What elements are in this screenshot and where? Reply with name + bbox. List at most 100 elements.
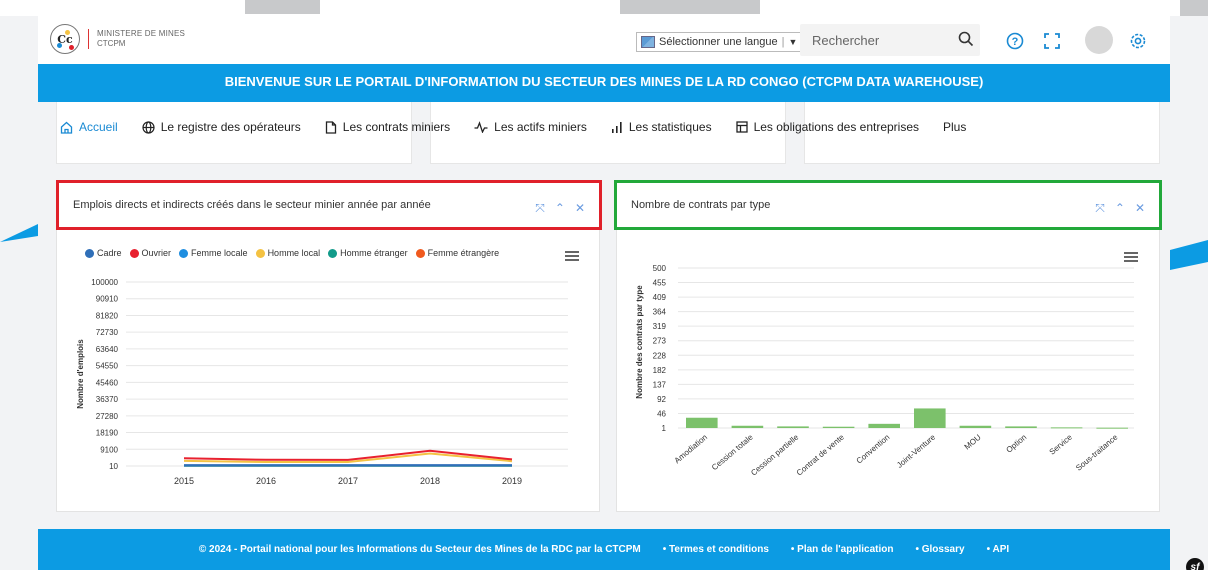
panel-title: Nombre de contrats par type [631,199,771,211]
y-tick-label: 18190 [96,429,119,438]
bar-9 [1096,427,1128,429]
contracts-chart-header: Nombre de contrats par type ⤧ ⌃ ✕ [614,180,1162,230]
footer-copyright: © 2024 - Portail national pour les Infor… [198,544,641,555]
legend-label: Ouvrier [141,248,172,258]
x-tick-label: Sous-traitance [1074,432,1120,472]
x-tick-label: Cession totale [710,432,755,472]
x-tick-label: 2018 [420,476,440,486]
nav-item-plus[interactable]: Plus [943,120,966,134]
nav-item-registre[interactable]: Le registre des opérateurs [142,120,301,134]
ctcpm-logo[interactable]: Cc [50,24,80,54]
close-icon[interactable]: ✕ [575,201,585,216]
nav-item-contrats[interactable]: Les contrats miniers [325,120,450,134]
bar-3 [822,426,855,428]
y-tick-label: 409 [653,293,667,302]
legend-item-ouvrier[interactable]: Ouvrier [129,248,172,258]
y-tick-label: 500 [653,264,667,273]
x-tick-label: 2019 [502,476,522,486]
nav-item-label: Les actifs miniers [494,120,587,134]
y-tick-label: 455 [653,279,667,288]
y-tick-label: 72730 [96,328,119,337]
legend-item-femme-locale[interactable]: Femme locale [179,248,248,258]
image-icon [641,36,655,48]
nav-item-accueil[interactable]: Accueil [60,120,118,134]
x-tick-label: MOU [963,432,983,451]
language-select[interactable]: Sélectionner une langue | ▼ [636,32,803,52]
bar-stats-icon [611,122,622,133]
language-select-label: Sélectionner une langue [659,36,778,48]
y-tick-label: 228 [653,351,667,360]
collapse-icon[interactable]: ⌃ [555,201,565,216]
line-chart: 100000 90910 81820 72730 63640 54550 45460 3637… [76,278,568,486]
chart-menu-icon[interactable] [565,251,579,261]
decor-wedge-right [1170,240,1208,270]
x-tick-label: Convention [855,433,892,466]
y-tick-label: 182 [653,366,667,375]
gear-icon[interactable] [1128,31,1148,51]
decor-wedge-left [0,224,38,242]
x-tick-label: Service [1048,432,1075,456]
nav-item-label: Accueil [79,120,118,134]
footer: © 2024 - Portail national pour les Infor… [38,529,1170,570]
bar-2 [777,426,809,428]
fullscreen-icon[interactable] [1042,31,1062,51]
y-tick-label: 92 [657,395,666,404]
close-icon[interactable]: ✕ [1135,201,1145,216]
x-tick-label: Option [1004,433,1028,455]
y-tick-label: 54550 [96,362,119,371]
y-tick-label: 63640 [96,345,119,354]
nav-item-actifs[interactable]: Les actifs miniers [474,120,587,134]
search-input[interactable]: Rechercher [800,24,980,56]
help-icon[interactable]: ? [1005,31,1025,51]
footer-link-sitemap[interactable]: • Plan de l'application [791,544,894,555]
org-line-1: MINISTERE DE MINES [97,29,186,38]
organization-name: MINISTERE DE MINES CTCPM [88,29,185,49]
bar-8 [1050,427,1083,429]
expand-icon[interactable]: ⤧ [535,201,545,216]
x-tick-label: 2016 [256,476,276,486]
y-axis-title: Nombre d'emplois [76,339,85,409]
y-tick-label: 45460 [96,378,119,387]
y-tick-label: 36370 [96,395,119,404]
footer-link-terms[interactable]: • Termes et conditions [663,544,769,555]
employment-chart-header: Emplois directs et indirects créés dans … [56,180,602,230]
document-icon [325,120,336,134]
footer-link-api[interactable]: • API [987,544,1010,555]
globe-icon [142,120,155,134]
collapse-icon[interactable]: ⌃ [1115,201,1125,216]
y-tick-label: 9100 [100,445,118,454]
x-tick-label: Cession partielle [749,432,801,477]
footer-link-glossary[interactable]: • Glossary [915,544,964,555]
x-tick-label: 2017 [338,476,358,486]
pulse-icon [474,121,488,133]
symfony-badge-icon[interactable]: sf [1186,558,1204,570]
y-tick-label: 90910 [96,295,119,304]
nav-item-label: Les statistiques [628,120,712,134]
legend-label: Homme étranger [340,248,408,258]
legend-item-femme-etrangere[interactable]: Femme étrangère [415,248,500,258]
legend-item-homme-local[interactable]: Homme local [255,248,320,258]
expand-icon[interactable]: ⤧ [1095,201,1105,216]
nav-item-statistiques[interactable]: Les statistiques [611,120,712,134]
y-tick-label: 100000 [91,278,118,287]
legend-label: Femme locale [191,248,248,258]
search-icon[interactable] [958,31,974,47]
chevron-down-icon: ▼ [788,37,798,47]
bar-0 [686,417,718,428]
legend-label: Femme étrangère [427,248,500,258]
nav-item-label: Plus [943,120,967,134]
nav-item-label: Le registre des opérateurs [160,120,301,134]
avatar[interactable] [1085,26,1113,54]
nav-item-obligations[interactable]: Les obligations des entreprises [735,120,919,134]
svg-text:?: ? [1012,36,1019,48]
legend-item-homme-etranger[interactable]: Homme étranger [328,248,408,258]
bar-1 [731,425,764,428]
legend-label: Cadre [97,248,122,258]
search-placeholder: Rechercher [812,32,880,48]
y-tick-label: 46 [657,409,666,418]
legend-item-cadre[interactable]: Cadre [85,248,122,258]
org-line-2: CTCPM [97,39,126,48]
x-tick-label: Contrat de vente [795,432,847,477]
nav-item-label: Les contrats miniers [342,120,451,134]
y-tick-label: 137 [653,380,667,389]
